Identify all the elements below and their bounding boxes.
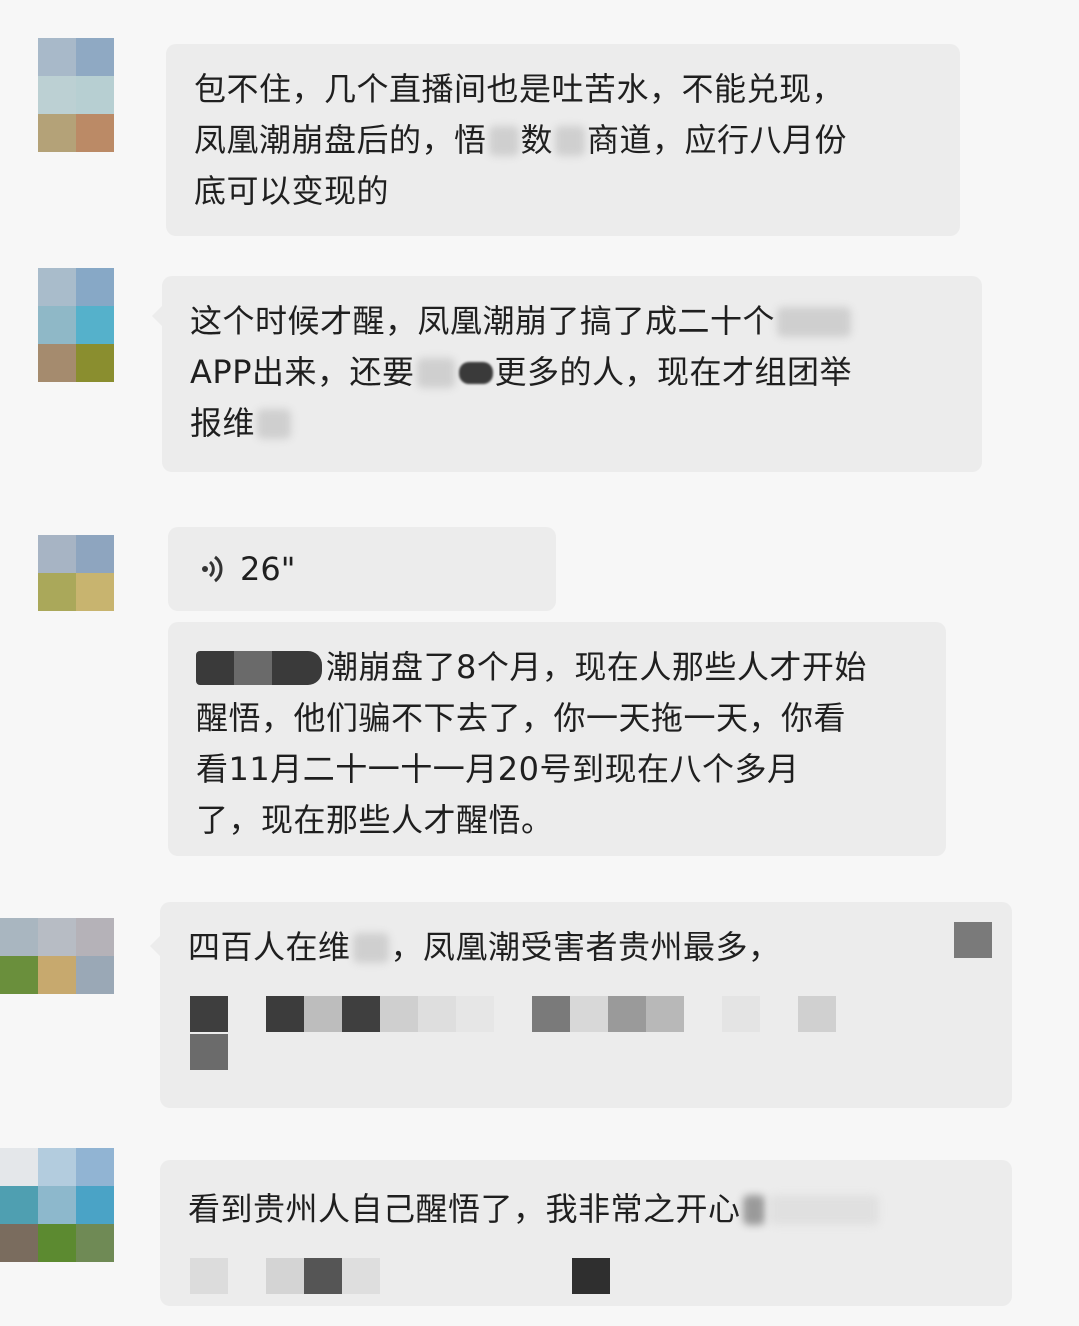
message-bubble[interactable]: 包不住，几个直播间也是吐苦水，不能兑现， 凤凰潮崩盘后的，悟 数 商道，应行八月…	[166, 44, 960, 236]
voice-wave-icon	[202, 555, 223, 583]
voice-message[interactable]: 26"	[168, 527, 556, 611]
avatar[interactable]	[0, 918, 114, 994]
redacted-text	[416, 357, 455, 388]
message-text-line: 包不住，几个直播间也是吐苦水，不能兑现，	[194, 70, 845, 108]
message-text-line: 底可以变现的	[194, 172, 390, 210]
avatar[interactable]	[38, 535, 114, 611]
avatar[interactable]	[38, 38, 114, 152]
redacted-text-mosaic	[572, 1258, 610, 1294]
voice-duration: 26"	[240, 550, 296, 588]
message-text: 这个时候才醒，凤凰潮崩了搞了成二十个	[190, 302, 776, 340]
message-text-line: 醒悟，他们骗不下去了，你一天拖一天，你看	[196, 699, 847, 737]
message-text: 四百人在维	[188, 928, 351, 966]
message-text: 数	[520, 121, 554, 159]
bubble-tail	[150, 936, 160, 956]
redacted-text-mosaic	[954, 922, 992, 958]
message-text-line: 看11月二十一十一月20号到现在八个多月	[196, 750, 800, 788]
redacted-text	[488, 125, 519, 156]
redacted-text	[352, 932, 389, 963]
message-text: ，凤凰潮受害者贵州最多，	[390, 928, 781, 966]
redacted-text	[234, 650, 272, 685]
redacted-text-mosaic	[190, 1034, 228, 1070]
message-text: 更多的人，现在才组团举	[494, 353, 853, 391]
message-text: 凤凰潮崩盘后的，悟	[194, 121, 487, 159]
message-text: 潮崩盘了8个月，现在人那些人才开始	[326, 648, 867, 686]
message-text-line: 了，现在那些人才醒悟。	[196, 801, 554, 839]
redacted-text	[742, 1194, 765, 1225]
redacted-text-mosaic	[190, 996, 836, 1032]
redacted-text	[272, 650, 322, 685]
message-text: 报维	[190, 404, 256, 442]
message-text: 商道，应行八月份	[587, 121, 848, 159]
message-bubble[interactable]: 潮崩盘了8个月，现在人那些人才开始 醒悟，他们骗不下去了，你一天拖一天，你看 看…	[168, 622, 946, 856]
bubble-tail	[152, 306, 162, 326]
redacted-text	[257, 408, 292, 439]
redacted-text	[768, 1194, 879, 1225]
redacted-text	[458, 361, 493, 384]
redacted-text	[196, 650, 234, 685]
message-bubble[interactable]: 这个时候才醒，凤凰潮崩了搞了成二十个 APP出来，还要 更多的人，现在才组团举 …	[162, 276, 982, 472]
message-text: APP出来，还要	[190, 353, 415, 391]
message-text: 看到贵州人自己醒悟了，我非常之开心	[188, 1190, 741, 1228]
redacted-text	[777, 306, 852, 337]
redacted-text-mosaic	[190, 1258, 380, 1294]
avatar[interactable]	[0, 1148, 114, 1262]
avatar[interactable]	[38, 268, 114, 382]
redacted-text	[555, 125, 586, 156]
